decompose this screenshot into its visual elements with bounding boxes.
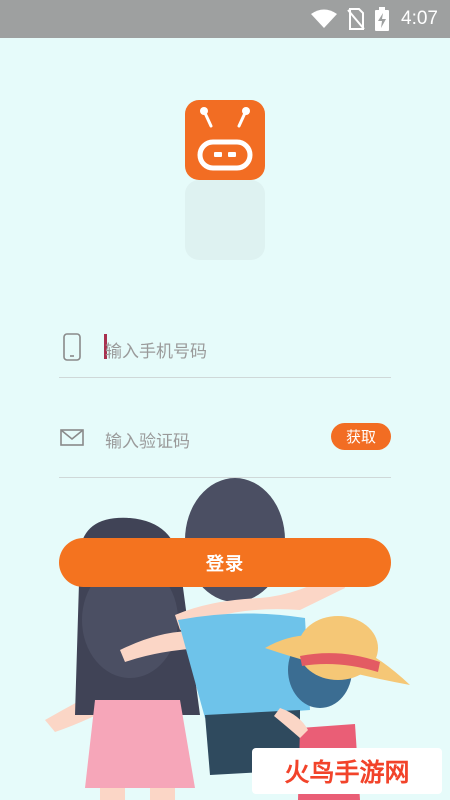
login-button[interactable]: 登录: [59, 538, 391, 587]
no-sim-icon: [347, 8, 365, 30]
verification-code-field[interactable]: 输入验证码 获取: [59, 413, 391, 478]
status-icons: 4:07: [311, 0, 438, 38]
robot-logo-icon: [185, 100, 265, 180]
clock-time: 4:07: [401, 8, 438, 29]
watermark-logo: 火鸟手游网: [252, 748, 442, 794]
status-bar: 4:07: [0, 0, 450, 38]
wifi-icon: [311, 9, 338, 28]
phone-icon: [63, 333, 81, 361]
logo-reflection: [185, 180, 265, 260]
phone-field[interactable]: 输入手机号码: [59, 322, 391, 378]
envelope-icon: [60, 429, 84, 446]
code-input-placeholder[interactable]: 输入验证码: [105, 427, 190, 452]
get-code-button[interactable]: 获取: [331, 423, 391, 450]
battery-charging-icon: [375, 7, 390, 31]
phone-input-placeholder[interactable]: 输入手机号码: [105, 337, 207, 362]
